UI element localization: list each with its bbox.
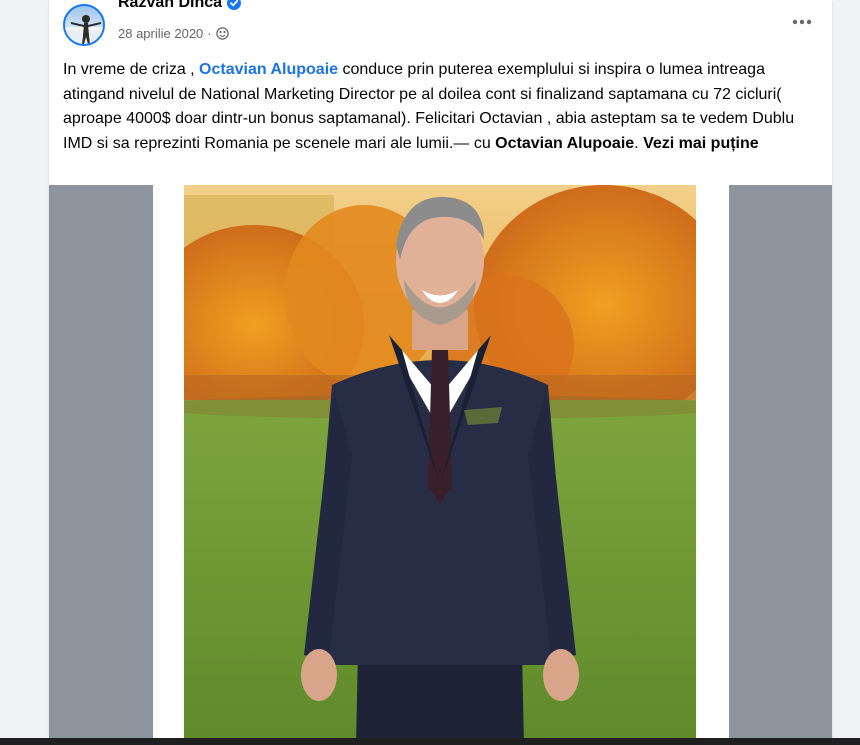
author-name[interactable]: Razvan Dinca — [118, 0, 222, 12]
author-avatar[interactable] — [63, 4, 105, 46]
photo-man-in-suit-image — [184, 185, 696, 745]
with-label: — cu — [453, 134, 496, 152]
avatar-person-icon — [65, 15, 103, 44]
verified-badge-icon — [227, 0, 242, 10]
post-body-text: In vreme de criza , Octavian Alupoaie co… — [63, 58, 815, 156]
meta-separator: · — [207, 26, 212, 41]
post-card: Razvan Dinca 28 aprilie 2020 · In vreme … — [49, 0, 832, 745]
post-photo[interactable] — [184, 185, 696, 745]
mention-link[interactable]: Octavian Alupoaie — [199, 61, 338, 78]
media-side-band-right — [729, 185, 832, 745]
audience-globe-icon[interactable] — [215, 27, 229, 40]
post-meta: 28 aprilie 2020 · — [118, 26, 229, 41]
post-text-part1: In vreme de criza , — [63, 61, 200, 78]
post-media — [49, 185, 832, 745]
taskbar-strip — [0, 738, 860, 745]
author-name-row: Razvan Dinca — [118, 0, 242, 12]
media-side-band-left — [49, 185, 153, 745]
more-options-button[interactable] — [786, 10, 818, 34]
post-date[interactable]: 28 aprilie 2020 — [118, 26, 203, 41]
post-header: Razvan Dinca 28 aprilie 2020 · — [49, 0, 832, 50]
more-horizontal-icon — [792, 19, 812, 25]
period: . — [634, 134, 639, 152]
see-less-link[interactable]: Vezi mai puține — [643, 135, 759, 152]
tagged-person-link[interactable]: Octavian Alupoaie — [495, 135, 634, 152]
